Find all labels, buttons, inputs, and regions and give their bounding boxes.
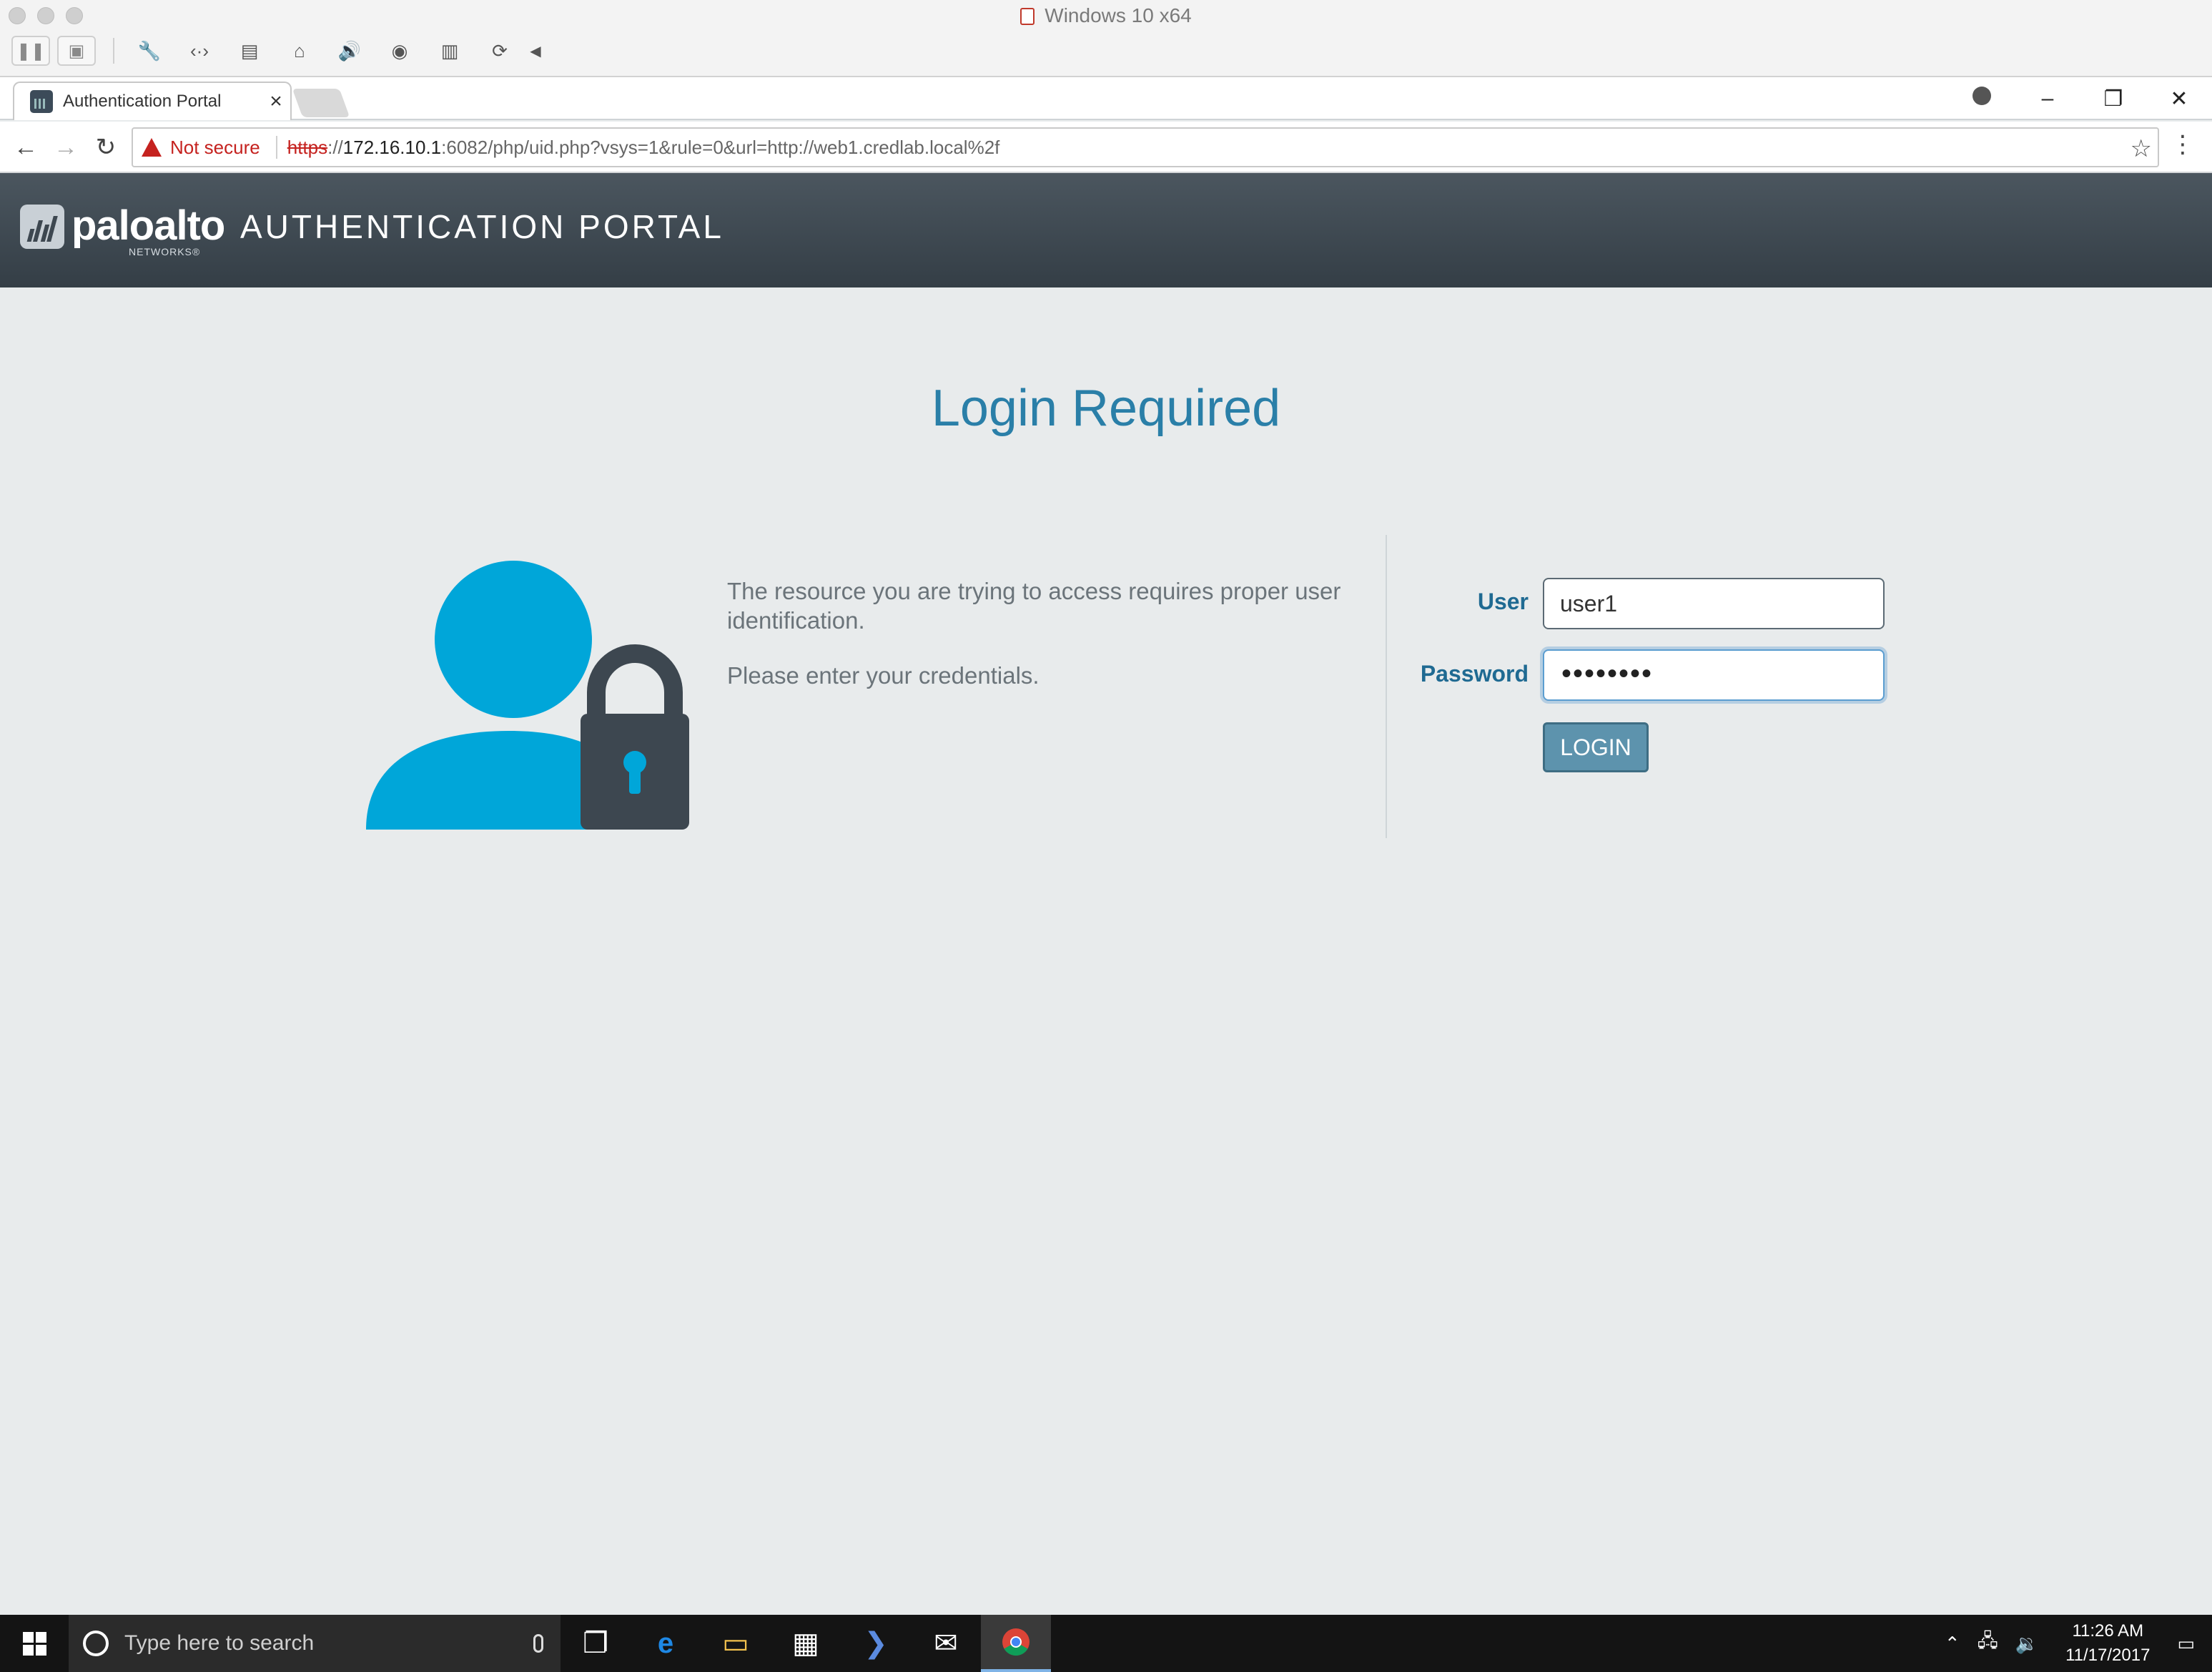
reload-button[interactable]: ↻ <box>90 132 122 163</box>
sync-icon[interactable]: ⟳ <box>475 36 525 66</box>
url-scheme: https <box>287 136 328 158</box>
url-path: :6082/php/uid.php?vsys=1&rule=0&url=http… <box>441 136 1000 158</box>
vm-toolbar: ❚❚ ▣ 🔧 ‹·› ▤ ⌂ 🔊 ◉ ▥ ⟳ ◀ <box>11 36 546 66</box>
sound-icon[interactable]: 🔊 <box>325 36 375 66</box>
url-scheme-separator: :// <box>327 136 343 158</box>
user-input[interactable] <box>1543 578 1885 629</box>
tab-close-icon[interactable]: × <box>262 89 290 114</box>
portal-header: paloalto NETWORKS® AUTHENTICATION PORTAL <box>0 173 2212 287</box>
network-tray-icon[interactable]: 🖧 <box>1978 1628 1998 1659</box>
cortana-icon <box>83 1631 109 1656</box>
paloalto-mark-icon <box>20 205 64 249</box>
window-controls: – ❐ ✕ <box>1949 77 2212 120</box>
url-omnibox[interactable]: Not secure https://172.16.10.1:6082/php/… <box>132 127 2159 167</box>
vm-title-text: Windows 10 x64 <box>1045 4 1192 26</box>
message-resource: The resource you are trying to access re… <box>727 578 1341 634</box>
pause-button[interactable]: ❚❚ <box>11 36 50 66</box>
portal-title: AUTHENTICATION PORTAL <box>240 208 724 245</box>
restore-button[interactable]: ❐ <box>2080 87 2146 112</box>
search-placeholder: Type here to search <box>124 1631 315 1655</box>
system-tray: ⌃ 🖧 🔉 11:26 AM 11/17/2017 ▭ <box>1936 1615 2212 1672</box>
url-host: 172.16.10.1 <box>342 136 442 158</box>
browser-menu-icon[interactable]: ⋮ <box>2171 130 2195 159</box>
url-divider <box>275 136 277 159</box>
usb-icon[interactable]: ▥ <box>425 36 475 66</box>
message-credentials: Please enter your credentials. <box>727 662 1040 689</box>
toolbar-divider <box>113 38 114 64</box>
user-body-icon <box>366 731 595 830</box>
vm-titlebar: Windows 10 x64 ❚❚ ▣ 🔧 ‹·› ▤ ⌂ 🔊 ◉ ▥ ⟳ ◀ <box>0 0 2212 77</box>
forward-button[interactable]: → <box>50 132 82 163</box>
show-hidden-icons-icon[interactable]: ⌃ <box>1945 1633 1960 1655</box>
clock-time: 11:26 AM <box>2072 1621 2144 1641</box>
network-icon[interactable]: ‹·› <box>174 36 224 66</box>
password-label: Password <box>1420 661 1529 687</box>
store-icon[interactable]: ▦ <box>771 1615 841 1672</box>
page-title: Login Required <box>931 380 1281 437</box>
back-button[interactable]: ← <box>10 132 41 163</box>
profile-button[interactable] <box>1949 87 2015 111</box>
minimize-button[interactable]: – <box>2015 87 2080 111</box>
volume-icon[interactable]: 🔉 <box>2015 1633 2038 1655</box>
paloalto-logo: paloalto <box>20 202 225 249</box>
taskbar-search[interactable]: Type here to search <box>69 1615 561 1672</box>
disk-icon[interactable]: ▤ <box>224 36 275 66</box>
user-head-icon <box>435 561 592 718</box>
file-explorer-icon[interactable]: ▭ <box>701 1615 771 1672</box>
chevron-left-icon[interactable]: ◀ <box>525 36 546 66</box>
new-tab-button[interactable] <box>292 89 350 117</box>
taskbar-clock[interactable]: 11:26 AM 11/17/2017 <box>2065 1619 2150 1668</box>
microphone-icon[interactable] <box>533 1634 543 1653</box>
powershell-icon[interactable]: ❯ <box>841 1615 911 1672</box>
bookmark-star-icon[interactable]: ☆ <box>2130 134 2152 163</box>
task-view-icon[interactable]: ❐ <box>561 1615 631 1672</box>
printer-icon[interactable]: ⌂ <box>275 36 325 66</box>
wrench-icon[interactable]: 🔧 <box>124 36 174 66</box>
notifications-icon[interactable]: ▭ <box>2177 1633 2195 1655</box>
chrome-icon[interactable] <box>981 1615 1051 1672</box>
browser-tabbar: Authentication Portal × – ❐ ✕ <box>0 77 2212 120</box>
user-label: User <box>1477 589 1529 614</box>
profile-icon <box>1972 87 1991 105</box>
snapshot-button[interactable]: ▣ <box>57 36 96 66</box>
info-message: The resource you are trying to access re… <box>727 576 1342 690</box>
lock-shackle-icon <box>587 644 683 717</box>
start-button[interactable] <box>0 1615 69 1672</box>
windows-taskbar: Type here to search ❐ e ▭ ▦ ❯ ✉ ⌃ 🖧 🔉 11… <box>0 1615 2212 1672</box>
tab-authentication-portal[interactable]: Authentication Portal × <box>13 82 292 120</box>
windows-logo-icon <box>22 1631 46 1656</box>
browser-addressbar: ← → ↻ Not secure https://172.16.10.1:608… <box>0 122 2212 173</box>
vm-document-icon <box>1020 8 1035 25</box>
brand-subtitle: NETWORKS® <box>129 246 201 257</box>
security-label[interactable]: Not secure <box>170 137 260 159</box>
password-masked-value: •••••••• <box>1561 658 1654 689</box>
close-window-button[interactable]: ✕ <box>2146 87 2212 112</box>
vm-window-title: Windows 10 x64 <box>0 4 2212 27</box>
tab-title: Authentication Portal <box>63 92 222 111</box>
clock-date: 11/17/2017 <box>2065 1646 2151 1665</box>
camera-icon[interactable]: ◉ <box>375 36 425 66</box>
chrome-logo-icon <box>1002 1628 1030 1656</box>
login-button[interactable]: LOGIN <box>1543 722 1649 772</box>
user-lock-illustration <box>366 561 689 830</box>
brand-wordmark: paloalto <box>71 202 225 249</box>
edge-icon[interactable]: e <box>631 1615 701 1672</box>
paloalto-favicon-icon <box>30 90 53 113</box>
mail-icon[interactable]: ✉ <box>911 1615 981 1672</box>
warning-icon <box>142 138 162 157</box>
